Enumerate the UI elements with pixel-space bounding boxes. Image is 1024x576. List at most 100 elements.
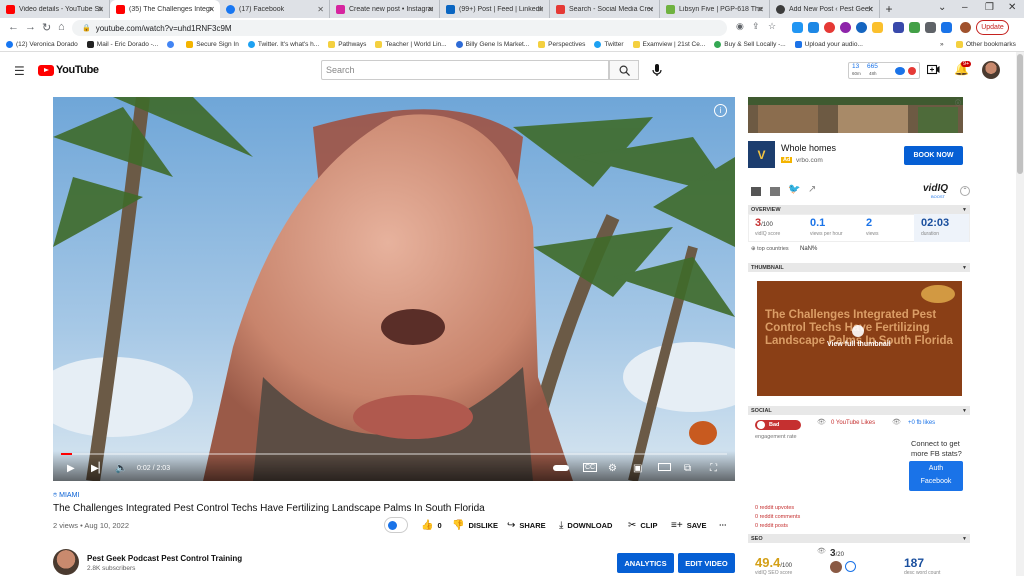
view-full-thumbnail-link[interactable]: View full thumbnail [827, 341, 891, 348]
analytics-button[interactable]: ANALYTICS [617, 553, 674, 573]
minimize-icon[interactable]: – [962, 2, 968, 13]
cast-icon[interactable]: ⧉ [684, 463, 691, 474]
extension-icon[interactable] [792, 22, 803, 33]
close-window-icon[interactable]: ✕ [1008, 2, 1016, 13]
home-icon[interactable]: ⌂ [58, 21, 65, 33]
bookmark-item[interactable]: Teacher | World Lin... [375, 41, 447, 48]
captions-icon[interactable]: CC [583, 463, 598, 472]
hamburger-menu-icon[interactable]: ☰ [14, 64, 25, 78]
collapse-chevron-icon[interactable]: ⌃ [960, 186, 970, 196]
bookmark-item[interactable]: Upload your audio... [794, 41, 863, 48]
autoplay-toggle[interactable] [553, 465, 569, 471]
ad-banner-image[interactable] [748, 97, 963, 133]
restore-icon[interactable]: ❐ [985, 2, 994, 13]
thumbnail-panel-header[interactable]: THUMBNAIL ▼ [748, 263, 970, 272]
edit-video-button[interactable]: EDIT VIDEO [678, 553, 735, 573]
extension-icon[interactable] [824, 22, 835, 33]
fullscreen-icon[interactable]: ⛶ [710, 463, 717, 474]
close-tab-icon[interactable]: ✕ [427, 5, 434, 14]
reload-icon[interactable]: ↻ [42, 21, 51, 34]
browser-tab[interactable]: (99+) Post | Feed | LinkedIn ✕ [440, 0, 550, 18]
location-tag[interactable]: ⌾ MIAMI [53, 492, 79, 500]
extension-icon[interactable] [909, 22, 920, 33]
theater-mode-icon[interactable] [658, 463, 671, 471]
social-panel-header[interactable]: SOCIAL ▼ [748, 406, 970, 415]
bookmark-item[interactable]: Secure Sign In [186, 41, 239, 48]
clip-button[interactable]: ✂ CLIP [628, 520, 657, 531]
grid-view-icon[interactable] [751, 187, 761, 196]
extension-icon[interactable] [856, 22, 867, 33]
other-bookmarks-folder[interactable]: Other bookmarks [956, 41, 1016, 48]
new-tab-button[interactable]: + [880, 0, 898, 18]
browser-tab[interactable]: Search - Social Media Creators✕ [550, 0, 660, 18]
extension-icon[interactable] [941, 22, 952, 33]
close-tab-icon[interactable]: ✕ [537, 5, 544, 14]
tab-search-icon[interactable]: ⌄ [938, 2, 946, 13]
auth-facebook-button[interactable]: Auth Facebook [909, 461, 963, 491]
more-bookmarks-chevron-icon[interactable]: » [940, 41, 944, 48]
volume-icon[interactable]: 🔈 [115, 463, 127, 474]
browser-tab[interactable]: Create new post • Instagram ✕ [330, 0, 440, 18]
extension-icon[interactable] [893, 22, 904, 33]
voice-search-icon[interactable] [651, 61, 663, 79]
miniplayer-icon[interactable]: ▣ [633, 463, 642, 474]
search-button[interactable] [609, 60, 639, 80]
browser-tab[interactable]: (17) Facebook ✕ [220, 0, 330, 18]
youtube-logo[interactable]: YouTube [38, 64, 99, 76]
ad-info-icon[interactable]: ⓘ [955, 98, 961, 107]
browser-tab-active[interactable]: (35) The Challenges Integrated✕ [110, 0, 220, 18]
thumbnail-preview[interactable]: The Challenges Integrated Pest Control T… [757, 281, 962, 396]
close-tab-icon[interactable]: ✕ [97, 5, 104, 14]
download-button[interactable]: ⤓ DOWNLOAD [559, 520, 612, 531]
extension-icon[interactable] [840, 22, 851, 33]
bookmark-item[interactable]: Mail - Eric Dorado -... [86, 41, 158, 48]
bookmark-item[interactable]: Billy Gene Is Market... [455, 41, 529, 48]
bookmark-item[interactable]: Twitter. It's what's h... [247, 41, 319, 48]
omnibox[interactable]: 🔒 youtube.com/watch?v=uhd1RNF3c9M [72, 20, 727, 36]
bookmark-item[interactable] [167, 41, 177, 48]
account-avatar[interactable] [982, 61, 1000, 79]
close-tab-icon[interactable]: ✕ [757, 5, 764, 14]
scrollbar-thumb[interactable] [1017, 54, 1023, 174]
next-icon[interactable]: ▶▏ [91, 463, 106, 474]
channel-avatar[interactable] [53, 549, 79, 575]
profile-avatar[interactable] [960, 22, 971, 33]
trend-chart-icon[interactable]: ↗ [808, 184, 816, 195]
back-icon[interactable]: ← [8, 21, 19, 33]
extensions-puzzle-icon[interactable] [925, 22, 936, 33]
overview-panel-header[interactable]: OVERVIEW ▼ [748, 205, 970, 214]
close-tab-icon[interactable]: ✕ [867, 5, 874, 14]
dislike-button[interactable]: 👎 DISLIKE [452, 520, 498, 531]
bookmark-item[interactable]: (12) Veronica Dorado [6, 41, 78, 48]
close-tab-icon[interactable]: ✕ [647, 5, 654, 14]
share-button[interactable]: ↪ SHARE [507, 520, 546, 531]
play-icon[interactable]: ▶ [67, 463, 75, 474]
bookmark-item[interactable]: Twitter [594, 41, 624, 48]
video-player[interactable]: i ▶ ▶▏ 🔈 0:02 / 2:03 CC ⚙ ▣ ⧉ ⛶ [53, 97, 735, 481]
browser-tab[interactable]: Video details - YouTube Studio✕ [0, 0, 110, 18]
book-now-button[interactable]: BOOK NOW [904, 146, 963, 165]
search-input[interactable]: Search [321, 60, 609, 80]
extension-n-icon[interactable] [808, 22, 819, 33]
channel-name[interactable]: Pest Geek Podcast Pest Control Training [87, 554, 242, 563]
save-button[interactable]: ≡+ SAVE [671, 520, 707, 531]
info-icon[interactable]: i [714, 104, 727, 117]
bookmark-item[interactable]: Pathways [328, 41, 366, 48]
page-scrollbar[interactable] [1016, 52, 1024, 576]
extension-icon[interactable] [872, 22, 883, 33]
video-progress-bar[interactable] [61, 453, 727, 455]
list-view-icon[interactable] [770, 187, 780, 196]
browser-tab[interactable]: Add New Post ‹ Pest Geek ✕ [770, 0, 880, 18]
google-lens-icon[interactable]: ◉ [736, 21, 744, 32]
like-button[interactable]: 👍 0 [421, 520, 442, 531]
bookmark-item[interactable]: Buy & Sell Locally -... [714, 41, 786, 48]
ad-title[interactable]: Whole homes [781, 143, 836, 153]
twitter-icon[interactable]: 🐦 [788, 184, 800, 195]
seo-panel-header[interactable]: SEO ▼ [748, 534, 970, 543]
vidiq-action-button[interactable] [384, 517, 408, 533]
vidiq-stats-widget[interactable]: 13 60m 665 48h [848, 62, 920, 79]
more-actions-icon[interactable]: ⋯ [719, 520, 727, 529]
forward-icon[interactable]: → [25, 21, 36, 33]
close-tab-icon[interactable]: ✕ [208, 5, 215, 14]
bookmark-star-icon[interactable]: ☆ [768, 21, 776, 32]
